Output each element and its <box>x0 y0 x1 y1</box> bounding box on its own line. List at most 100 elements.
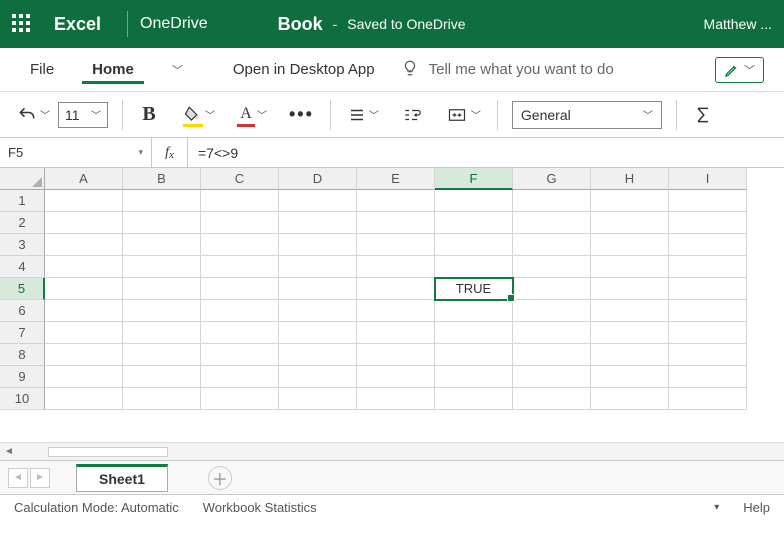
cell[interactable] <box>123 322 201 344</box>
cell[interactable] <box>669 278 747 300</box>
user-name[interactable]: Matthew ... <box>704 16 772 32</box>
cell[interactable] <box>45 300 123 322</box>
cell[interactable] <box>123 278 201 300</box>
cell[interactable] <box>357 190 435 212</box>
cell[interactable] <box>513 366 591 388</box>
cell[interactable] <box>45 322 123 344</box>
select-all-cell[interactable] <box>0 168 45 190</box>
fill-color-button[interactable]: ﹀ <box>181 100 217 130</box>
tab-file[interactable]: File <box>20 55 64 84</box>
formula-input[interactable]: =7<>9 <box>188 138 784 167</box>
cell[interactable] <box>435 212 513 234</box>
cell[interactable] <box>45 256 123 278</box>
help-link[interactable]: Help <box>743 500 770 515</box>
row-header[interactable]: 6 <box>0 300 45 322</box>
cell[interactable] <box>123 256 201 278</box>
sheet-tab-active[interactable]: Sheet1 <box>76 464 168 492</box>
scroll-left-icon[interactable]: ◄ <box>0 446 18 457</box>
cell[interactable] <box>435 322 513 344</box>
cell[interactable] <box>435 344 513 366</box>
cell[interactable] <box>45 190 123 212</box>
cell[interactable] <box>435 300 513 322</box>
row-header[interactable]: 7 <box>0 322 45 344</box>
document-title[interactable]: Book <box>278 14 323 35</box>
cell[interactable] <box>591 190 669 212</box>
cell[interactable] <box>357 366 435 388</box>
cell[interactable] <box>669 344 747 366</box>
cell[interactable] <box>435 366 513 388</box>
cell[interactable] <box>513 278 591 300</box>
cell[interactable] <box>513 322 591 344</box>
fx-button[interactable]: fx <box>152 138 188 167</box>
cell[interactable] <box>669 234 747 256</box>
cell[interactable] <box>201 344 279 366</box>
column-header[interactable]: B <box>123 168 201 190</box>
column-header[interactable]: I <box>669 168 747 190</box>
cell[interactable] <box>357 344 435 366</box>
column-header[interactable]: G <box>513 168 591 190</box>
cell[interactable] <box>357 300 435 322</box>
workbook-stats[interactable]: Workbook Statistics <box>203 500 317 515</box>
sheet-nav-next[interactable]: ► <box>30 468 50 488</box>
column-header[interactable]: H <box>591 168 669 190</box>
cell[interactable] <box>279 234 357 256</box>
cell[interactable] <box>669 212 747 234</box>
horizontal-scrollbar[interactable]: ◄ <box>0 442 784 460</box>
cell[interactable] <box>201 300 279 322</box>
cell[interactable] <box>435 234 513 256</box>
number-format-selector[interactable]: General ﹀ <box>512 101 662 129</box>
cell[interactable] <box>591 256 669 278</box>
cell[interactable] <box>435 256 513 278</box>
cell[interactable] <box>513 190 591 212</box>
app-launcher-icon[interactable] <box>12 14 32 34</box>
cell[interactable] <box>201 322 279 344</box>
undo-button[interactable]: ﹀ <box>14 100 52 130</box>
cell[interactable] <box>201 366 279 388</box>
alignment-button[interactable]: ﹀ <box>345 100 381 130</box>
cell[interactable] <box>669 256 747 278</box>
name-box[interactable]: F5 ▾ <box>0 138 152 167</box>
merge-button[interactable]: ﹀ <box>443 100 483 130</box>
cell[interactable] <box>591 388 669 410</box>
cell[interactable] <box>357 322 435 344</box>
cell[interactable] <box>513 256 591 278</box>
cell[interactable] <box>591 322 669 344</box>
cell[interactable] <box>513 344 591 366</box>
cell[interactable] <box>45 234 123 256</box>
tab-home[interactable]: Home <box>82 55 144 84</box>
cell[interactable] <box>669 388 747 410</box>
cell[interactable] <box>201 190 279 212</box>
cell[interactable] <box>669 366 747 388</box>
cell[interactable] <box>201 256 279 278</box>
cell[interactable] <box>357 388 435 410</box>
cell[interactable] <box>669 300 747 322</box>
row-header[interactable]: 2 <box>0 212 45 234</box>
column-header[interactable]: E <box>357 168 435 190</box>
row-header[interactable]: 4 <box>0 256 45 278</box>
cell[interactable] <box>435 190 513 212</box>
row-header[interactable]: 9 <box>0 366 45 388</box>
cell[interactable] <box>357 212 435 234</box>
cell[interactable] <box>669 322 747 344</box>
cell[interactable] <box>591 212 669 234</box>
app-name[interactable]: Excel <box>54 14 101 35</box>
cell[interactable] <box>123 190 201 212</box>
cell[interactable] <box>201 278 279 300</box>
sheet-nav-prev[interactable]: ◄ <box>8 468 28 488</box>
cell[interactable] <box>513 212 591 234</box>
cell[interactable] <box>123 234 201 256</box>
cell[interactable] <box>45 212 123 234</box>
row-header[interactable]: 3 <box>0 234 45 256</box>
cell[interactable] <box>279 322 357 344</box>
cell[interactable] <box>201 388 279 410</box>
column-header[interactable]: F <box>435 168 513 190</box>
cell[interactable] <box>45 344 123 366</box>
cell[interactable] <box>435 388 513 410</box>
column-header[interactable]: D <box>279 168 357 190</box>
cell[interactable] <box>591 366 669 388</box>
cell[interactable] <box>279 344 357 366</box>
scroll-track[interactable] <box>48 447 168 457</box>
column-header[interactable]: C <box>201 168 279 190</box>
row-header[interactable]: 5 <box>0 278 45 300</box>
cell[interactable] <box>513 388 591 410</box>
